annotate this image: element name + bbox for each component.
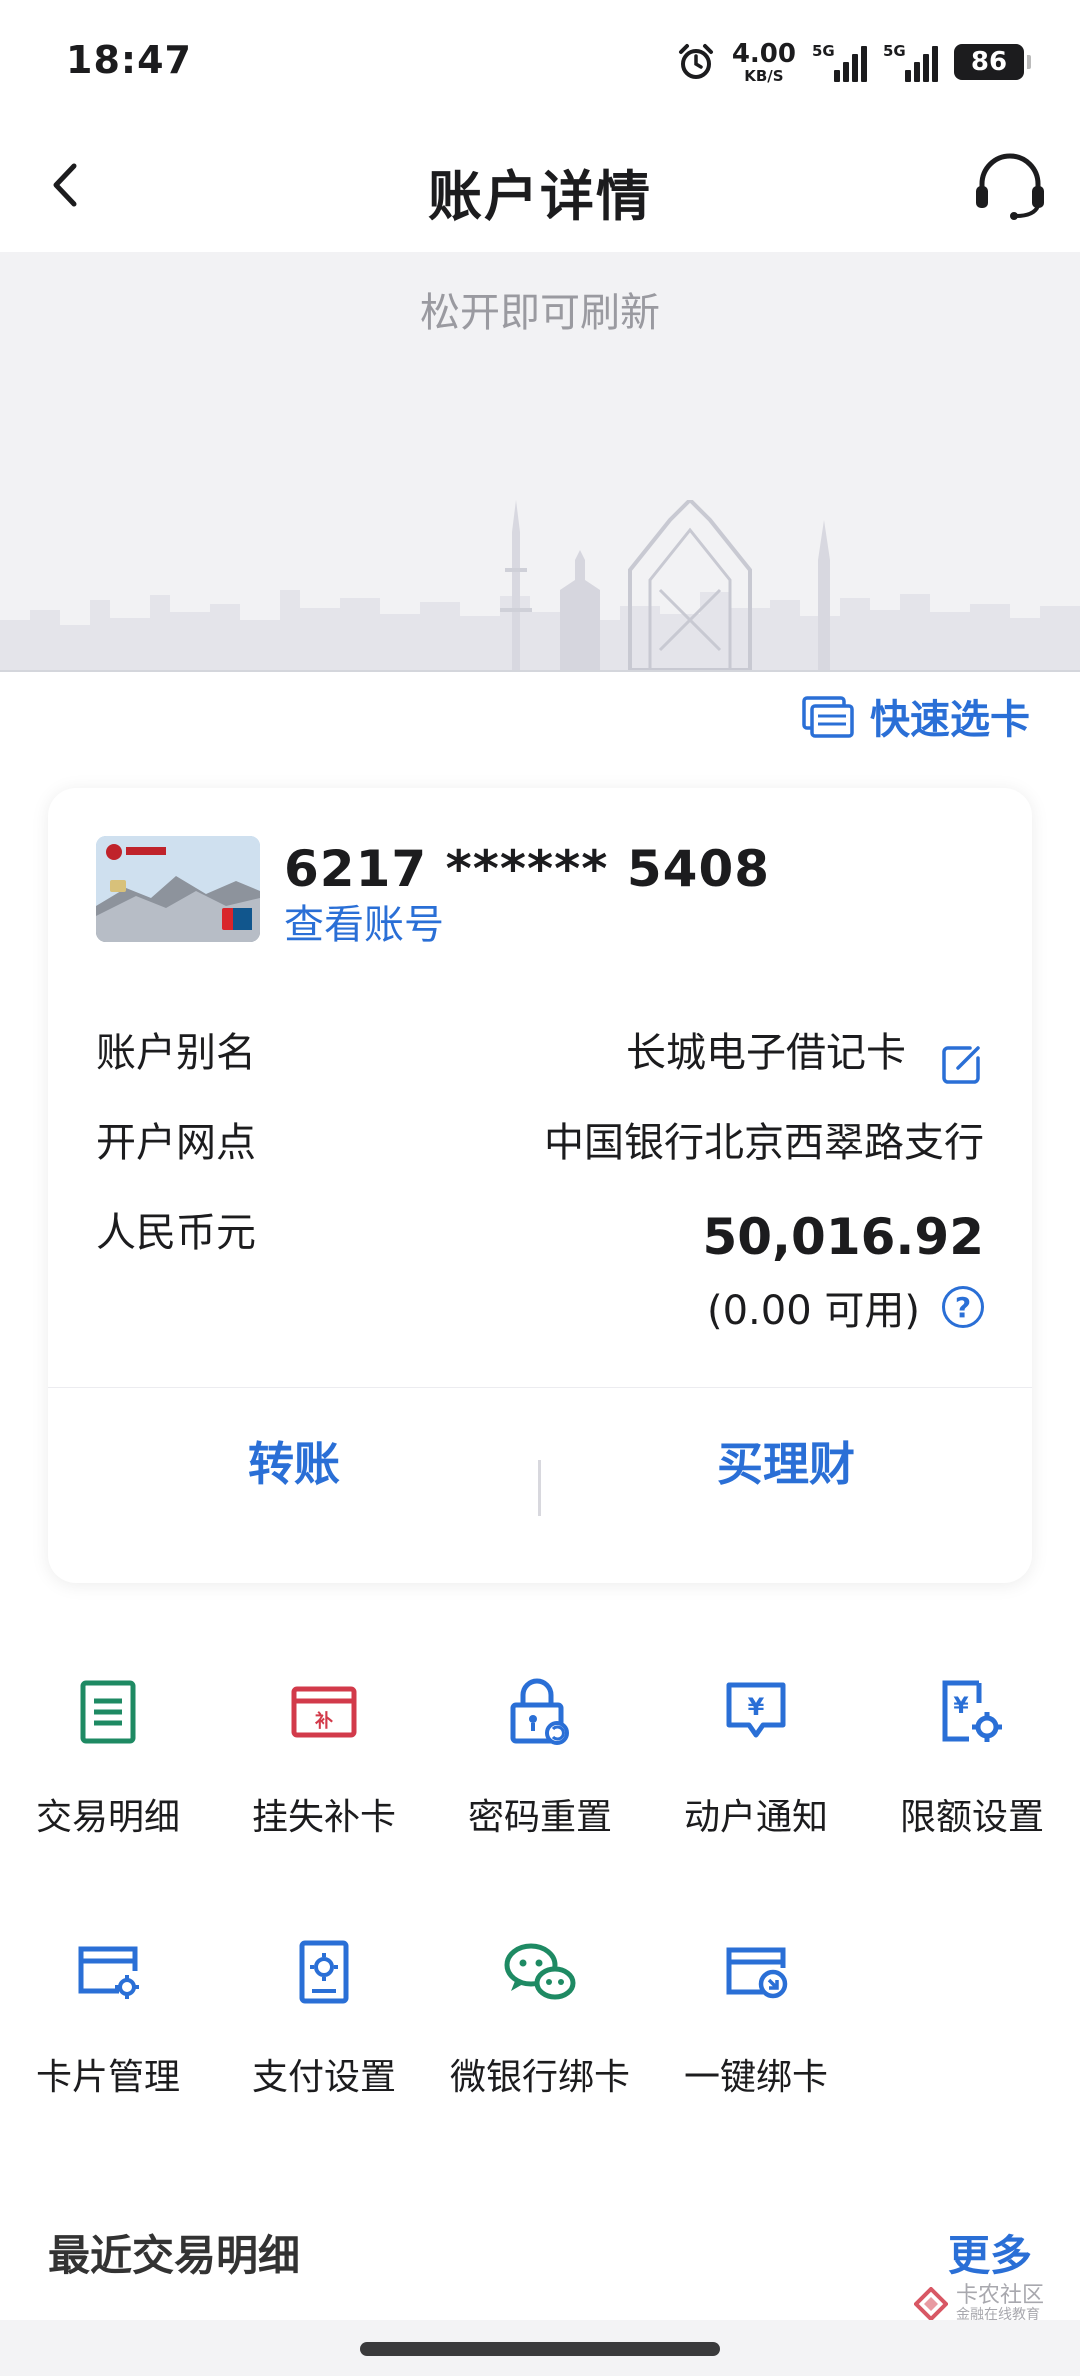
battery-indicator: 86 (954, 44, 1031, 80)
recent-transactions-title: 最近交易明细 (48, 2231, 301, 2280)
service-payment-settings[interactable]: 支付设置 (216, 1932, 432, 2100)
service-label: 卡片管理 (35, 2057, 180, 2098)
status-time: 18:47 (66, 38, 192, 82)
edit-icon[interactable] (940, 1042, 984, 1086)
service-report-loss[interactable]: 补 挂失补卡 (216, 1672, 432, 1840)
service-label: 限额设置 (899, 1797, 1044, 1838)
more-link[interactable]: 更多 (948, 2222, 1032, 2283)
network-type-label-2: 5G (883, 42, 906, 60)
service-limit-settings[interactable]: ¥ 限额设置 (864, 1672, 1080, 1840)
limit-settings-icon: ¥ (942, 1680, 1002, 1742)
customer-service-button[interactable] (970, 146, 1050, 226)
service-password-reset[interactable]: 密码重置 (432, 1672, 648, 1840)
service-label: 一键绑卡 (683, 2057, 828, 2098)
pull-to-refresh-area: 松开即可刷新 (0, 252, 1080, 672)
currency-label: 人民币元 (96, 1210, 256, 1256)
account-alias-value: 长城电子借记卡 (626, 1030, 906, 1076)
card-number: 6217 ****** 5408 (284, 840, 771, 898)
wechat-bind-icon (504, 1943, 576, 2000)
service-label: 挂失补卡 (251, 1797, 396, 1838)
quick-select-label: 快速选卡 (870, 697, 1030, 743)
alarm-icon (678, 44, 713, 79)
service-transaction-details[interactable]: 交易明细 (0, 1672, 216, 1840)
available-balance-row: (0.00 可用) ? (707, 1278, 984, 1336)
account-balance: 50,016.92 (702, 1208, 984, 1266)
transaction-list-icon (80, 1680, 136, 1744)
service-wechat-bind[interactable]: 微银行绑卡 (432, 1932, 648, 2100)
watermark-name: 卡农社区 (955, 2283, 1044, 2308)
service-account-notice[interactable]: ¥ 动户通知 (648, 1672, 864, 1840)
headset-icon (976, 153, 1044, 220)
card-switch-icon (802, 696, 854, 738)
help-icon[interactable]: ? (942, 1286, 984, 1328)
signal-strength-icon-2: 5G (883, 42, 938, 82)
report-loss-icon: 补 (291, 1686, 357, 1738)
net-speed-value: 4.00 (731, 38, 796, 69)
svg-text:¥: ¥ (748, 1693, 765, 1721)
account-alias-label: 账户别名 (96, 1030, 256, 1076)
watermark-logo-icon (913, 2286, 948, 2321)
signal-strength-icon: 5G (812, 42, 867, 82)
service-label: 交易明细 (35, 1797, 180, 1838)
net-speed-unit: KB/S (744, 66, 784, 85)
service-label: 密码重置 (467, 1797, 612, 1838)
great-wall-card-art (96, 836, 260, 942)
page-title: 账户详情 (428, 165, 652, 228)
account-notice-icon: ¥ (726, 1682, 786, 1738)
header: 账户详情 (0, 120, 1080, 252)
view-account-number-link[interactable]: 查看账号 (284, 892, 444, 950)
service-label: 支付设置 (251, 2057, 396, 2098)
branch-value: 中国银行北京西翠路支行 (544, 1120, 984, 1166)
available-balance: (0.00 可用) (707, 1288, 920, 1334)
payment-settings-icon (299, 1940, 349, 2004)
service-label: 微银行绑卡 (449, 2057, 630, 2098)
status-bar: 18:47 4.00 KB/S 5G 5G 86 (0, 0, 1080, 120)
network-type-label: 5G (812, 42, 835, 60)
transfer-button[interactable]: 转账 (48, 1428, 540, 1494)
svg-text:¥: ¥ (953, 1694, 969, 1719)
bank-card-image (96, 836, 260, 942)
one-click-bind-icon (726, 1947, 788, 1999)
service-card-management[interactable]: 卡片管理 (0, 1932, 216, 2100)
service-one-click-bind[interactable]: 一键绑卡 (648, 1932, 864, 2100)
branch-label: 开户网点 (96, 1120, 256, 1166)
home-indicator[interactable] (360, 2342, 720, 2356)
net-speed: 4.00 KB/S (732, 41, 796, 84)
account-details-page: 18:47 4.00 KB/S 5G 5G 86 账户详情 松开即可刷新 快速选… (0, 0, 1080, 2376)
city-skyline-illustration (0, 500, 1080, 670)
card-manage-icon (78, 1946, 139, 1999)
password-reset-icon (510, 1678, 569, 1745)
buy-wealth-button[interactable]: 买理财 (540, 1428, 1032, 1494)
watermark: 卡农社区 金融在线教育 (913, 2283, 1044, 2324)
quick-select-card-button[interactable]: 快速选卡 (802, 690, 1030, 743)
status-icons: 4.00 KB/S 5G 5G 86 (676, 36, 1031, 88)
service-label: 动户通知 (683, 1797, 828, 1838)
refresh-hint: 松开即可刷新 (420, 290, 660, 336)
account-card: 6217 ****** 5408 查看账号 账户别名 长城电子借记卡 开户网点 … (48, 788, 1032, 1583)
svg-text:补: 补 (314, 1710, 333, 1732)
